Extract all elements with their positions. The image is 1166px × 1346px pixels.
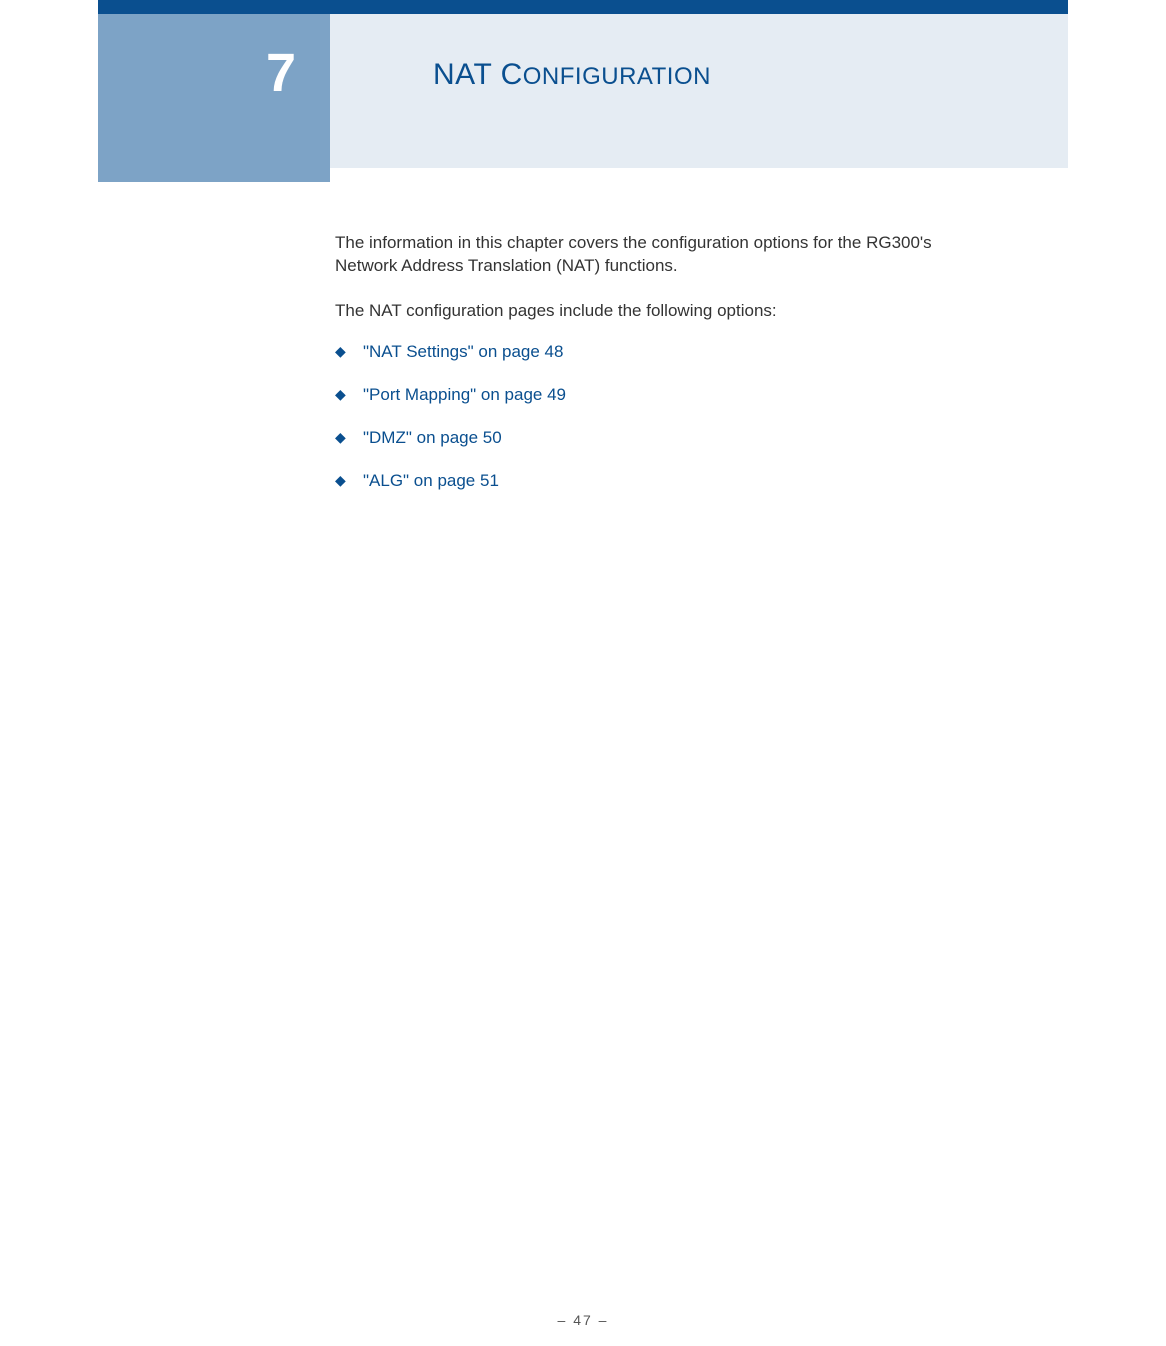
body-content: The information in this chapter covers t…: [335, 232, 998, 513]
list-item: "ALG" on page 51: [335, 470, 998, 493]
page-number: – 47 –: [0, 1312, 1166, 1328]
link-text[interactable]: "DMZ" on page 50: [363, 428, 502, 447]
link-text[interactable]: "Port Mapping" on page 49: [363, 385, 566, 404]
chapter-title-first: NAT C: [433, 58, 523, 91]
lead-paragraph: The NAT configuration pages include the …: [335, 300, 998, 323]
header-band: 7 NAT CONFIGURATION: [98, 14, 1068, 168]
list-item: "DMZ" on page 50: [335, 427, 998, 450]
header-top-strip: [98, 0, 1068, 14]
chapter-title-rest: ONFIGURATION: [523, 63, 711, 90]
link-text[interactable]: "ALG" on page 51: [363, 471, 499, 490]
list-item: "NAT Settings" on page 48: [335, 341, 998, 364]
link-text[interactable]: "NAT Settings" on page 48: [363, 342, 563, 361]
intro-paragraph: The information in this chapter covers t…: [335, 232, 998, 278]
chapter-number: 7: [266, 42, 296, 104]
chapter-number-block: 7: [98, 14, 330, 182]
chapter-title: NAT CONFIGURATION: [433, 58, 711, 92]
link-list: "NAT Settings" on page 48 "Port Mapping"…: [335, 341, 998, 493]
list-item: "Port Mapping" on page 49: [335, 384, 998, 407]
page: 7 NAT CONFIGURATION The information in t…: [0, 0, 1166, 1346]
